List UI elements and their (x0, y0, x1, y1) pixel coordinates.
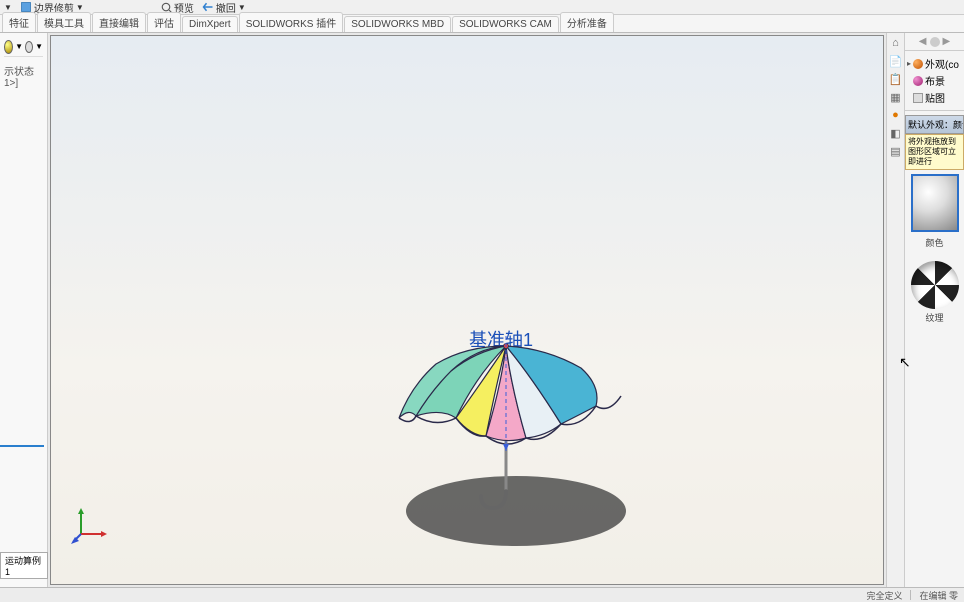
panel-divider[interactable] (0, 445, 44, 447)
tab-sw-cam[interactable]: SOLIDWORKS CAM (452, 16, 559, 32)
tab-direct-edit[interactable]: 直接编辑 (92, 12, 146, 32)
expand-icon[interactable]: ▸ (907, 59, 911, 68)
model-canvas[interactable]: 基准轴1 (51, 36, 883, 584)
color-swatch[interactable] (911, 174, 959, 232)
tree-item-decal[interactable]: ▸ 贴图 (907, 89, 962, 106)
scene-icon (913, 76, 923, 86)
tree-item-scene[interactable]: ▸ 布景 (907, 72, 962, 89)
sphere-icon (913, 59, 923, 69)
motion-study-tabs: 运动算例1 (0, 557, 48, 573)
status-definition: 完全定义 (866, 589, 902, 602)
display-state-label: 示状态 1>] (4, 63, 43, 89)
dropdown-icon-2[interactable]: ▼ (35, 42, 43, 51)
display-manager-icon[interactable] (25, 41, 33, 53)
mouse-cursor: ↖ (899, 354, 911, 371)
dropdown-icon[interactable]: ▼ (15, 42, 23, 51)
tab-mold-tools[interactable]: 模具工具 (37, 12, 91, 32)
appearance-tree: ▸ 外观(co ▸ 布景 ▸ 贴图 (905, 51, 964, 111)
nav-back-icon[interactable]: ◀ (919, 36, 927, 47)
tab-sw-addins[interactable]: SOLIDWORKS 插件 (239, 12, 344, 32)
task-pane-rail: ⌂ 📄 📋 ▦ ● ◧ ▤ (886, 33, 904, 587)
view-palette-icon[interactable]: ▦ (889, 91, 903, 105)
appearance-panel: 默认外观：颜色 将外观拖放到图形区域可立即进行 颜色 纹理 (905, 115, 964, 324)
graphics-viewport[interactable]: ⊟ □ × ⬚ 🔍 ↶ ✂ ◫ ▦▾ ◐▾ 👁▾ ●▾ ❀▾ 🖵▾ 基准轴1 (50, 35, 884, 585)
tab-sw-mbd[interactable]: SOLIDWORKS MBD (344, 16, 451, 32)
texture-swatch-label: 纹理 (905, 311, 964, 324)
appearances-icon[interactable]: ● (889, 109, 903, 123)
color-swatch-label: 颜色 (905, 236, 964, 249)
nav-dot (930, 37, 940, 47)
clipboard-icon[interactable]: 📋 (889, 73, 903, 87)
orientation-triad[interactable] (71, 504, 111, 544)
decal-icon (913, 93, 923, 103)
tab-evaluate[interactable]: 评估 (147, 12, 181, 32)
nav-fwd-icon[interactable]: ▶ (943, 36, 951, 47)
feature-tabs: 特征 模具工具 直接编辑 评估 DimXpert SOLIDWORKS 插件 S… (0, 15, 964, 33)
task-pane-nav: ◀ ▶ (905, 33, 964, 51)
tab-dimxpert[interactable]: DimXpert (182, 16, 238, 32)
motion-study-tab[interactable]: 运动算例1 (0, 552, 48, 579)
feature-manager-panel: ▼ ▼ 示状态 1>] 运动算例1 (0, 33, 48, 587)
status-bar: 完全定义 在编辑 零 (0, 587, 964, 602)
resources-icon[interactable]: 📄 (889, 55, 903, 69)
tab-analysis-prep[interactable]: 分析准备 (560, 12, 614, 32)
appearance-manager-icon[interactable] (4, 40, 13, 54)
umbrella-model[interactable] (381, 336, 651, 576)
task-pane: ◀ ▶ ▸ 外观(co ▸ 布景 ▸ 贴图 默认外观：颜色 将外观拖放到图 (904, 33, 964, 587)
status-editing: 在编辑 零 (919, 589, 958, 602)
toolbar-dropdown-1[interactable]: ▼ (4, 3, 12, 12)
forum-icon[interactable]: ▤ (889, 145, 903, 159)
appearance-header: 默认外观：颜色 (905, 115, 964, 134)
texture-swatch[interactable] (911, 261, 959, 309)
tree-item-appearance[interactable]: ▸ 外观(co (907, 55, 962, 72)
tab-features[interactable]: 特征 (2, 12, 36, 32)
home-icon[interactable]: ⌂ (889, 37, 903, 51)
appearance-hint: 将外观拖放到图形区域可立即进行 (905, 134, 964, 170)
custom-props-icon[interactable]: ◧ (889, 127, 903, 141)
